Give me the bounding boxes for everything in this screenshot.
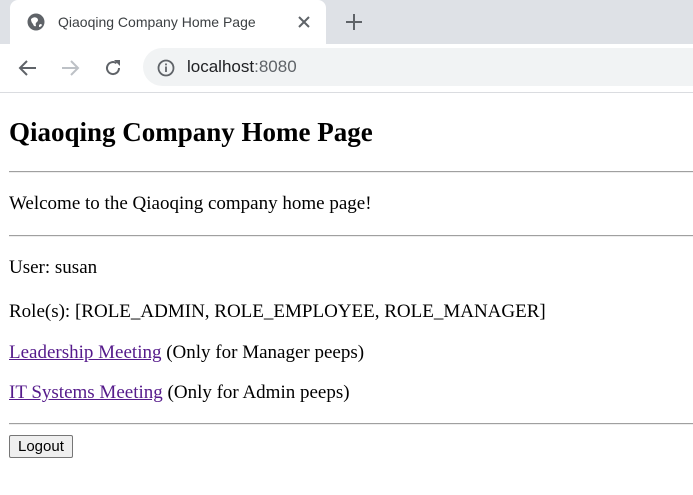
page-title: Qiaoqing Company Home Page: [9, 117, 373, 147]
reload-icon[interactable]: [103, 58, 123, 78]
new-tab-icon[interactable]: [344, 12, 364, 32]
browser-toolbar: localhost:8080: [0, 44, 693, 93]
leadership-meeting-link[interactable]: Leadership Meeting: [9, 342, 161, 363]
globe-icon: [27, 13, 45, 31]
close-icon[interactable]: [296, 14, 312, 30]
back-arrow-icon[interactable]: [18, 58, 38, 78]
leadership-note: (Only for Manager peeps): [161, 342, 365, 363]
it-systems-line: IT Systems Meeting (Only for Admin peeps…: [9, 382, 693, 404]
url-host: localhost: [187, 57, 255, 76]
it-systems-note: (Only for Admin peeps): [162, 382, 350, 403]
user-value: susan: [54, 257, 98, 278]
roles-label: Role(s):: [9, 301, 75, 322]
forward-arrow-icon[interactable]: [60, 58, 80, 78]
tab-title: Qiaoqing Company Home Page: [58, 14, 256, 30]
user-line: User: susan: [9, 257, 693, 279]
it-systems-meeting-link[interactable]: IT Systems Meeting: [9, 382, 163, 403]
welcome-text: Welcome to the Qiaoqing company home pag…: [9, 193, 372, 214]
user-label: User:: [9, 257, 55, 278]
browser-tab[interactable]: Qiaoqing Company Home Page: [10, 0, 326, 44]
page-content: Qiaoqing Company Home Page Welcome to th…: [0, 93, 693, 458]
info-icon[interactable]: [157, 59, 175, 77]
url-port: :8080: [254, 57, 297, 76]
logout-button[interactable]: Logout: [9, 435, 73, 458]
roles-line: Role(s): [ROLE_ADMIN, ROLE_EMPLOYEE, ROL…: [9, 301, 693, 323]
address-bar[interactable]: localhost:8080: [143, 48, 693, 86]
roles-value: [ROLE_ADMIN, ROLE_EMPLOYEE, ROLE_MANAGER…: [74, 301, 546, 322]
leadership-line: Leadership Meeting (Only for Manager pee…: [9, 342, 693, 364]
url-text[interactable]: localhost:8080: [187, 57, 297, 77]
browser-tab-strip: Qiaoqing Company Home Page: [0, 0, 693, 44]
